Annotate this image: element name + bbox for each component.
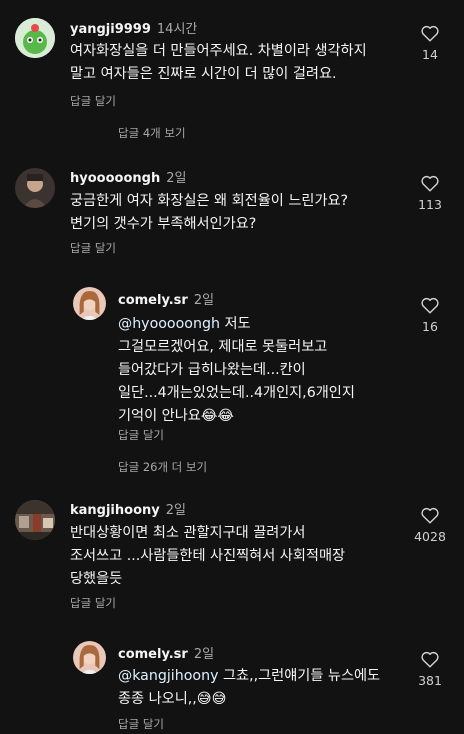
heart-outline-icon[interactable] — [420, 24, 440, 42]
heart-outline-icon[interactable] — [420, 174, 440, 192]
heart-outline-icon[interactable] — [420, 650, 440, 668]
comment-time: 2일 — [193, 647, 215, 662]
comment-text: 여자화장실을 더 만들어주세요. 차별이라 생각하지말고 여자들은 진짜로 시간… — [70, 40, 367, 86]
view-replies-button[interactable]: 답글 4개 보기 — [118, 125, 186, 141]
reply-button[interactable]: 답글 달기 — [70, 240, 116, 256]
like-count: 113 — [418, 197, 442, 212]
comment-line: 당했을듯 — [70, 571, 123, 587]
comment-line: 여자화장실을 더 만들어주세요. 차별이라 생각하지 — [70, 43, 367, 59]
like-count: 4028 — [414, 529, 446, 544]
reply-button[interactable]: 답글 달기 — [118, 427, 164, 443]
comment-text: 반대상황이면 최소 관할지구대 끌려가서조서쓰고 ...사람들한테 사진찍혀서 … — [70, 522, 345, 591]
comment-time: 2일 — [166, 171, 187, 186]
username[interactable]: comely.sr — [118, 647, 188, 662]
reply-button[interactable]: 답글 달기 — [118, 716, 164, 732]
comment-time: 14시간 — [156, 22, 198, 37]
comment-text: @hyooooongh 저도그걸모르겠어요, 제대로 못둘러보고들어갔다가 급히… — [118, 313, 355, 428]
comment-line: 기억이 안나요😂😂 — [118, 408, 234, 424]
heart-outline-icon[interactable] — [420, 506, 440, 524]
comment-time: 2일 — [193, 293, 215, 308]
avatar-image — [15, 500, 55, 540]
avatar-yangji9999[interactable] — [15, 18, 55, 58]
comment-line: 변기의 갯수가 부족해서인가요? — [70, 216, 257, 232]
reply-button[interactable]: 답글 달기 — [70, 595, 116, 611]
comment-line: @kangjihoony 그쵸,,그런얘기들 뉴스에도 — [118, 665, 380, 688]
comment-time: 2일 — [165, 503, 186, 518]
avatar-comely-sr[interactable] — [73, 641, 106, 674]
avatar-image — [73, 641, 106, 674]
username[interactable]: kangjihoony — [70, 503, 160, 518]
username[interactable]: yangji9999 — [70, 22, 151, 37]
comment-line: @hyooooongh 저도 — [118, 313, 355, 336]
avatar-image — [15, 18, 55, 58]
like-count: 14 — [422, 47, 438, 62]
username[interactable]: comely.sr — [118, 293, 188, 308]
comment-line-text: 저도 — [219, 316, 251, 332]
heart-outline-icon[interactable] — [420, 296, 440, 314]
comment-line: 말고 여자들은 진짜로 시간이 더 많이 걸려요. — [70, 66, 337, 82]
view-replies-label: 답글 26개 더 보기 — [118, 460, 208, 474]
comment-line: 일단...4개는있었는데..4개인지,6개인지 — [118, 385, 355, 401]
like-count: 381 — [418, 673, 442, 688]
username[interactable]: hyooooongh — [70, 171, 160, 186]
comment-line: 조서쓰고 ...사람들한테 사진찍혀서 사회적매장 — [70, 548, 346, 564]
comment-line: 반대상황이면 최소 관할지구대 끌려가서 — [70, 525, 306, 541]
comment-line: 들어갔다가 급히나왔는데...칸이 — [118, 362, 306, 378]
avatar-hyooooongh[interactable] — [15, 168, 55, 208]
like-count: 16 — [422, 319, 438, 334]
mention-link[interactable]: @kangjihoony — [118, 668, 218, 684]
comment-line-text: 그쵸,,그런얘기들 뉴스에도 — [218, 668, 381, 684]
reply-button[interactable]: 답글 달기 — [70, 93, 116, 109]
comment-text: @kangjihoony 그쵸,,그런얘기들 뉴스에도종종 나오니,,😅😅 — [118, 665, 380, 711]
avatar-image — [15, 168, 55, 208]
avatar-comely-sr[interactable] — [73, 287, 106, 320]
mention-link[interactable]: @hyooooongh — [118, 316, 220, 332]
view-replies-label: 답글 4개 보기 — [118, 126, 186, 140]
comment-text: 궁금한게 여자 화장실은 왜 회전율이 느린가요? 변기의 갯수가 부족해서인가요… — [70, 190, 348, 236]
avatar-image — [73, 287, 106, 320]
comment-line: 궁금한게 여자 화장실은 왜 회전율이 느린가요? — [70, 193, 349, 209]
view-more-replies-button[interactable]: 답글 26개 더 보기 — [118, 459, 207, 475]
comment-line: 그걸모르겠어요, 제대로 못둘러보고 — [118, 339, 328, 355]
comment-line: 종종 나오니,,😅😅 — [118, 691, 227, 707]
avatar-kangjihoony[interactable] — [15, 500, 55, 540]
